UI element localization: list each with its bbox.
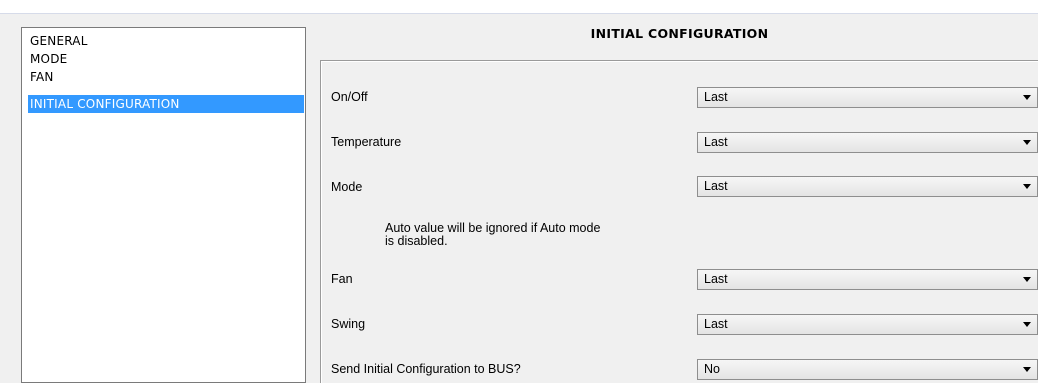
chevron-down-icon (1023, 367, 1031, 372)
sidebar-item-mode[interactable]: MODE (28, 50, 304, 68)
page-title: INITIAL CONFIGURATION (590, 26, 769, 41)
on-off-select[interactable]: Last (697, 87, 1038, 108)
on-off-label: On/Off (331, 90, 368, 104)
swing-select[interactable]: Last (697, 314, 1038, 335)
chevron-down-icon (1023, 322, 1031, 327)
category-list[interactable]: GENERAL MODE FAN INITIAL CONFIGURATION (21, 27, 306, 383)
send-to-bus-value: No (704, 362, 720, 376)
swing-label: Swing (331, 317, 366, 331)
swing-value: Last (704, 317, 728, 331)
mode-value: Last (704, 179, 728, 193)
fan-value: Last (704, 272, 728, 286)
send-to-bus-select[interactable]: No (697, 359, 1038, 380)
sidebar-item-initial-configuration[interactable]: INITIAL CONFIGURATION (28, 95, 304, 113)
sidebar-item-general[interactable]: GENERAL (28, 32, 304, 50)
chevron-down-icon (1023, 95, 1031, 100)
temperature-select[interactable]: Last (697, 132, 1038, 153)
mode-select[interactable]: Last (697, 176, 1038, 197)
mode-label: Mode (331, 180, 363, 194)
note-line-2: is disabled. (385, 234, 448, 248)
chevron-down-icon (1023, 277, 1031, 282)
fan-label: Fan (331, 272, 353, 286)
send-to-bus-label: Send Initial Configuration to BUS? (331, 362, 521, 376)
temperature-value: Last (704, 135, 728, 149)
chevron-down-icon (1023, 140, 1031, 145)
auto-mode-note: Auto value will be ignored if Auto mode … (385, 222, 685, 248)
sidebar-item-fan[interactable]: FAN (28, 68, 304, 86)
temperature-label: Temperature (331, 135, 402, 149)
chevron-down-icon (1023, 184, 1031, 189)
on-off-value: Last (704, 90, 728, 104)
fan-select[interactable]: Last (697, 269, 1038, 290)
